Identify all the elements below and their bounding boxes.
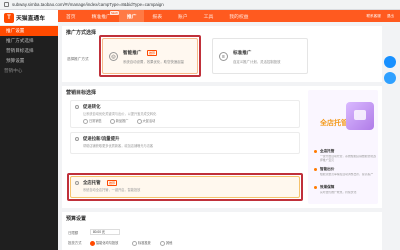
tip-2-title: 智能出价 [320, 167, 335, 171]
delivery-mode-label: 投放方式 [68, 241, 82, 245]
sidebar-item-promo-settings[interactable]: 推广设置 [0, 26, 58, 36]
budget-title: 预算设置 [66, 216, 87, 222]
standard-promo-title: 标准推广 [233, 50, 252, 55]
lock-icon [4, 2, 9, 7]
goal-traffic-desc: 帮助店铺获取更多优质新客，增加店铺曝光与访客 [83, 144, 154, 148]
promo-type-panel: 推广方式选择 选择推广方式 ◎ 智能推广 推荐 系统自动设置，效果优化，助您快速… [62, 26, 382, 82]
goal-conversion-options: 日常销售 新品推广 大促活动 [83, 118, 155, 124]
goal-conversion-desc: 让系统自动优化关键词与出价，以提升宝贝成交转化 [83, 112, 157, 116]
help-icon[interactable] [384, 72, 396, 84]
full-store-info: 全店托管 全店托管 一键开启自动托管，系统根据店铺数据智能选择推广宝贝 智能出价… [308, 90, 378, 204]
marketing-goal-panel: 营销目标选择 促进转化 让系统自动优化关键词与出价，以提升宝贝成交转化 日常销售… [62, 86, 382, 208]
tab-my-rights[interactable]: 我的权益 [221, 10, 256, 22]
goal-traffic-title: 促进拉新/流量提升 [83, 136, 120, 141]
mode-smart-radio[interactable]: 智能化均匀投放 [90, 240, 118, 246]
logout-link[interactable]: 退出 [387, 14, 394, 19]
tab-reports[interactable]: 报表 [144, 10, 170, 22]
budget-panel: 预算设置 日限额 80.00 元 投放方式 智能化均匀投放 标准投放 其他 [62, 212, 382, 250]
browser-bar: subway.simba.taobao.com/#!/manage/index/… [0, 0, 400, 10]
bullet-icon [314, 150, 317, 153]
tip-1-desc: 一键开启自动托管，系统根据店铺数据智能选择推广宝贝 [320, 155, 376, 162]
brand[interactable]: T 天猫直通车 [0, 10, 58, 26]
bullet-icon [314, 168, 317, 171]
tab-promotion[interactable]: 推广 [118, 10, 145, 22]
daily-limit-input[interactable]: 80.00 元 [90, 229, 120, 235]
new-badge: NEW [109, 11, 119, 15]
highlight-smart-promo [99, 35, 201, 77]
address-bar[interactable]: subway.simba.taobao.com/#!/manage/index/… [12, 2, 164, 7]
full-store-headline: 全店托管 [320, 120, 348, 127]
tip-2-desc: 根据流量竞争程度自动调整出价，提高投产 [320, 173, 374, 176]
promo-type-title: 推广方式选择 [66, 30, 97, 36]
promo-type-label: 选择推广方式 [67, 57, 89, 61]
top-nav: 首页 精准推广 NEW 推广 报表 账户 工具 我的权益 联系客服 退出 [58, 10, 400, 22]
option-daily[interactable]: 日常销售 [83, 118, 102, 124]
tab-precise-label: 精准推广 [91, 14, 111, 20]
support-link[interactable]: 联系客服 [366, 14, 380, 19]
tab-home[interactable]: 首页 [58, 10, 84, 22]
standard-promo-desc: 自定义推广计划，灵活控制投放 [233, 60, 281, 64]
highlight-full-store [67, 173, 303, 201]
sidebar-section-marketing[interactable]: 营销中心 [0, 66, 58, 76]
main-content: 推广方式选择 选择推广方式 ◎ 智能推广 推荐 系统自动设置，效果优化，助您快速… [58, 22, 400, 250]
option-new-product[interactable]: 新品推广 [110, 118, 129, 124]
goal-conversion[interactable]: 促进转化 让系统自动优化关键词与出价，以提升宝贝成交转化 日常销售 新品推广 大… [70, 100, 300, 128]
tab-precise[interactable]: 精准推广 NEW [84, 10, 119, 22]
sidebar: T 天猫直通车 推广设置 推广方式选择 营销目标选择 预算设置 营销中心 [0, 10, 58, 250]
sidebar-item-marketing-goal[interactable]: 营销目标选择 [0, 46, 58, 56]
mode-other-radio[interactable]: 其他 [160, 240, 172, 246]
gift-illustration-icon [346, 102, 374, 130]
option-big-promo[interactable]: 大促活动 [137, 118, 156, 124]
tip-3-title: 效果保障 [320, 185, 335, 189]
radio-icon[interactable] [75, 137, 79, 141]
standard-icon: ≡ [219, 52, 228, 61]
brand-name: 天猫直通车 [16, 16, 45, 22]
mode-standard-radio[interactable]: 标准投放 [132, 240, 151, 246]
sidebar-item-promo-type[interactable]: 推广方式选择 [0, 36, 58, 46]
goal-conversion-title: 促进转化 [83, 104, 101, 109]
bullet-icon [314, 186, 317, 189]
daily-limit-label: 日限额 [68, 231, 79, 235]
tab-account[interactable]: 账户 [170, 10, 196, 22]
tab-tools[interactable]: 工具 [196, 10, 222, 22]
brand-logo-icon: T [4, 12, 14, 23]
sidebar-item-budget[interactable]: 预算设置 [0, 56, 58, 66]
standard-promo-card[interactable]: ≡ 标准推广 自定义推广计划，灵活控制投放 [212, 38, 308, 74]
tip-1-title: 全店托管 [320, 149, 335, 153]
marketing-goal-title: 营销目标选择 [66, 90, 97, 96]
radio-icon[interactable] [75, 105, 79, 109]
goal-traffic[interactable]: 促进拉新/流量提升 帮助店铺获取更多优质新客，增加店铺曝光与访客 [70, 132, 300, 154]
tip-3-desc: 实时监控推广效果，持续优化 [320, 191, 357, 194]
chat-icon[interactable] [384, 56, 396, 68]
